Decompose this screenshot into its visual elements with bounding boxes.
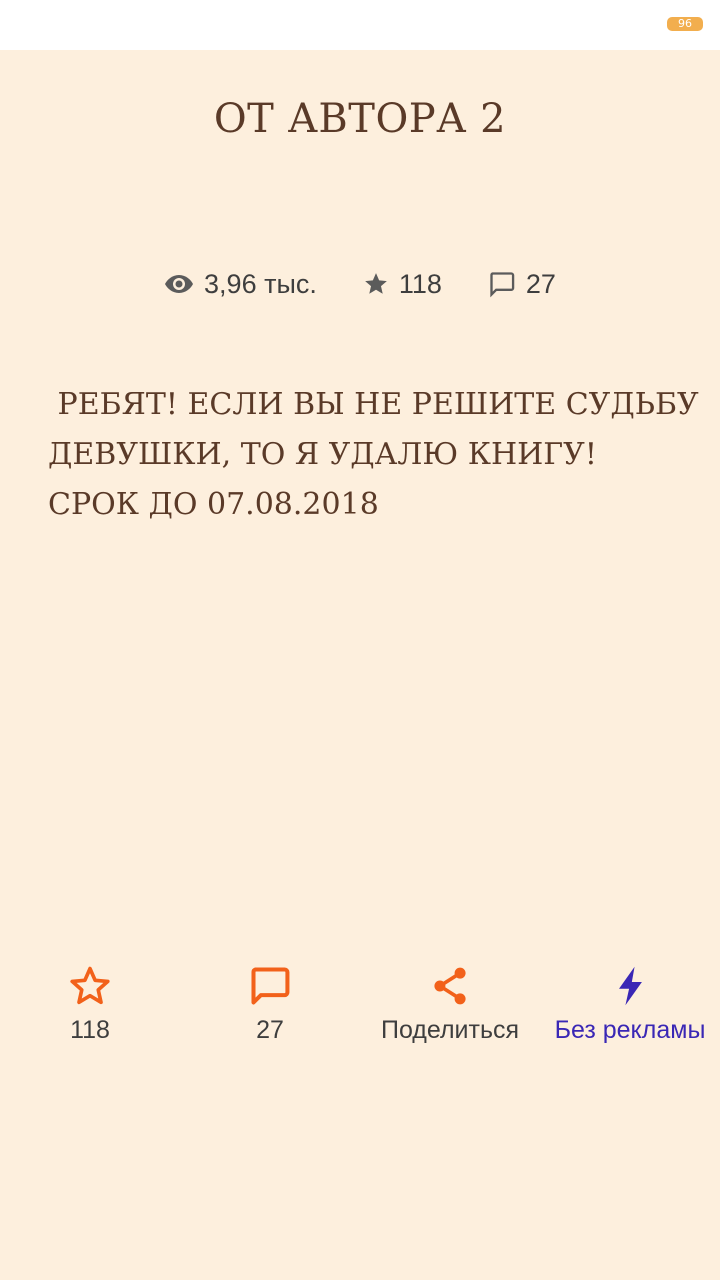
body-line: ДЕВУШКИ, ТО Я УДАЛЮ КНИГУ! [48, 437, 597, 472]
battery-indicator: 96 [667, 17, 703, 31]
comment-count: 27 [256, 1016, 284, 1044]
stars-stat: 118 [363, 269, 442, 300]
views-count: 3,96 тыс. [204, 268, 317, 299]
star-outline-icon [68, 964, 112, 1013]
no-ads-label: Без рекламы [554, 1016, 706, 1044]
reader-page[interactable]: ОТ АВТОРА 2 3,96 тыс. 118 27 РЕБЯТ! ЕСЛИ… [0, 50, 720, 1280]
like-count: 118 [70, 1016, 110, 1044]
comment-icon [488, 270, 516, 298]
chapter-stats: 3,96 тыс. 118 27 [0, 264, 720, 304]
views-stat: 3,96 тыс. [164, 269, 317, 300]
eye-icon [164, 273, 194, 295]
share-button[interactable]: Поделиться [360, 960, 540, 1045]
comment-button[interactable]: 27 [180, 960, 360, 1045]
body-line: СРОК ДО 07.08.2018 [48, 487, 379, 522]
chat-bubble-icon [248, 964, 292, 1013]
like-button[interactable]: 118 [0, 960, 180, 1045]
lightning-icon [608, 964, 652, 1013]
status-bar: 96 [0, 0, 720, 50]
share-label: Поделиться [380, 1016, 520, 1044]
stars-count: 118 [398, 268, 442, 299]
comments-count: 27 [525, 268, 556, 299]
chapter-title: ОТ АВТОРА 2 [213, 96, 507, 142]
chapter-body: РЕБЯТ! ЕСЛИ ВЫ НЕ РЕШИТЕ СУДЬБУ ДЕВУШКИ,… [48, 380, 699, 530]
no-ads-button[interactable]: Без рекламы [540, 960, 720, 1045]
action-bar: 118 27 Поделиться Без рекламы [0, 960, 720, 1050]
share-icon [428, 964, 472, 1013]
body-line: РЕБЯТ! ЕСЛИ ВЫ НЕ РЕШИТЕ СУДЬБУ [48, 387, 699, 422]
star-icon [363, 271, 389, 297]
comments-stat: 27 [488, 269, 556, 300]
